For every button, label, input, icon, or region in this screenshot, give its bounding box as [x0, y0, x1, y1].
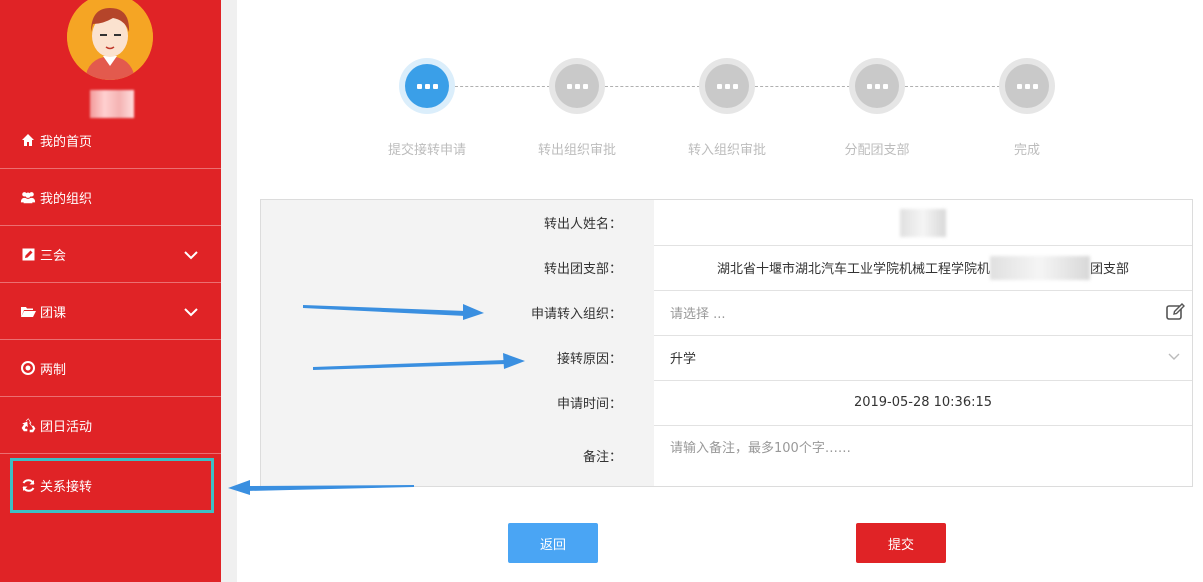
- sidebar-item-label: 关系接转: [40, 480, 93, 495]
- edit-icon[interactable]: [1166, 303, 1186, 321]
- form-row-time: 申请时间： 2019-05-28 10:36:15: [261, 380, 1192, 426]
- form-label: 申请时间：: [261, 380, 654, 425]
- step-label: 转入组织审批: [687, 143, 766, 158]
- sidebar-nav: 我的首页 我的组织 三会 团课 两制 团日活动 关系接转: [0, 112, 221, 513]
- remark-placeholder: 请输入备注，最多100个字……: [670, 441, 851, 456]
- to-org-select[interactable]: 请选择 ...: [654, 290, 1192, 335]
- more-dots-icon: [405, 64, 449, 108]
- sidebar-item-league-course[interactable]: 团课: [0, 283, 221, 340]
- step-connector: [455, 86, 550, 87]
- form-label: 转出团支部：: [261, 245, 654, 290]
- form-row-from-branch: 转出团支部： 湖北省十堰市湖北汽车工业学院机械工程学院机 团支部: [261, 245, 1192, 291]
- more-dots-icon: [705, 64, 749, 108]
- sidebar-gutter: [221, 0, 237, 582]
- recycle-icon: [20, 417, 36, 433]
- users-icon: [20, 189, 36, 205]
- reason-select[interactable]: 升学: [654, 335, 1192, 380]
- step-connector: [755, 86, 850, 87]
- apply-time-value: 2019-05-28 10:36:15: [853, 395, 993, 410]
- sidebar: 我的首页 我的组织 三会 团课 两制 团日活动 关系接转: [0, 0, 221, 582]
- step-3-circle: [699, 58, 755, 114]
- sidebar-item-label: 三会: [40, 248, 67, 264]
- form-label: 申请转入组织：: [261, 290, 654, 335]
- remark-textarea[interactable]: 请输入备注，最多100个字……: [654, 425, 1192, 486]
- from-name-value: [654, 200, 1192, 245]
- to-org-placeholder: 请选择 ...: [670, 307, 726, 322]
- from-branch-text-end: 团支部: [1090, 262, 1130, 277]
- submit-button[interactable]: 提交: [856, 523, 946, 563]
- chevron-down-icon[interactable]: [183, 304, 199, 320]
- form-row-from-name: 转出人姓名：: [261, 200, 1192, 246]
- sidebar-item-two-systems[interactable]: 两制: [0, 340, 221, 397]
- form-label: 转出人姓名：: [261, 200, 654, 245]
- sidebar-item-league-day[interactable]: 团日活动: [0, 397, 221, 454]
- chevron-down-icon[interactable]: [1168, 353, 1180, 361]
- step-label: 提交接转申请: [387, 143, 466, 158]
- step-label: 转出组织审批: [537, 143, 616, 158]
- sidebar-item-home[interactable]: 我的首页: [0, 112, 221, 169]
- more-dots-icon: [555, 64, 599, 108]
- form-row-to-org: 申请转入组织： 请选择 ...: [261, 290, 1192, 336]
- branch-redacted: [990, 255, 1090, 280]
- form-row-remark: 备注： 请输入备注，最多100个字……: [261, 425, 1192, 486]
- back-button[interactable]: 返回: [508, 523, 598, 563]
- form-label: 备注：: [261, 425, 654, 486]
- more-dots-icon: [1005, 64, 1049, 108]
- home-icon: [20, 132, 36, 148]
- sidebar-item-relation-transfer[interactable]: 关系接转: [10, 458, 214, 513]
- refresh-icon: [20, 478, 36, 494]
- chevron-down-icon[interactable]: [183, 247, 199, 263]
- more-dots-icon: [855, 64, 899, 108]
- reason-selected-value: 升学: [670, 352, 697, 367]
- sidebar-item-label: 团日活动: [40, 419, 93, 435]
- from-branch-text-start: 湖北省十堰市湖北汽车工业学院机械工程学院机: [716, 262, 990, 277]
- from-branch-value: 湖北省十堰市湖北汽车工业学院机械工程学院机 团支部: [654, 245, 1192, 290]
- step-2-circle: [549, 58, 605, 114]
- avatar[interactable]: [67, 0, 153, 80]
- sidebar-item-label: 我的首页: [40, 134, 93, 150]
- name-redacted: [900, 208, 946, 237]
- sidebar-item-my-org[interactable]: 我的组织: [0, 169, 221, 226]
- edit-icon: [20, 246, 36, 262]
- sidebar-item-label: 两制: [40, 362, 67, 378]
- sidebar-item-three-meetings[interactable]: 三会: [0, 226, 221, 283]
- sidebar-item-label: 团课: [40, 305, 67, 321]
- step-1-circle: [399, 58, 455, 114]
- transfer-form: 转出人姓名： 转出团支部： 湖北省十堰市湖北汽车工业学院机械工程学院机 团支部 …: [260, 199, 1193, 487]
- step-label: 分配团支部: [844, 143, 910, 158]
- step-label: 完成: [1013, 143, 1040, 158]
- step-connector: [905, 86, 1000, 87]
- step-4-circle: [849, 58, 905, 114]
- target-icon: [20, 360, 36, 376]
- form-label: 接转原因：: [261, 335, 654, 380]
- step-5-circle: [999, 58, 1055, 114]
- avatar-illustration: [67, 0, 153, 80]
- sidebar-item-label: 我的组织: [40, 191, 93, 207]
- form-row-reason: 接转原因： 升学: [261, 335, 1192, 381]
- step-connector: [605, 86, 700, 87]
- folder-open-icon: [20, 303, 36, 319]
